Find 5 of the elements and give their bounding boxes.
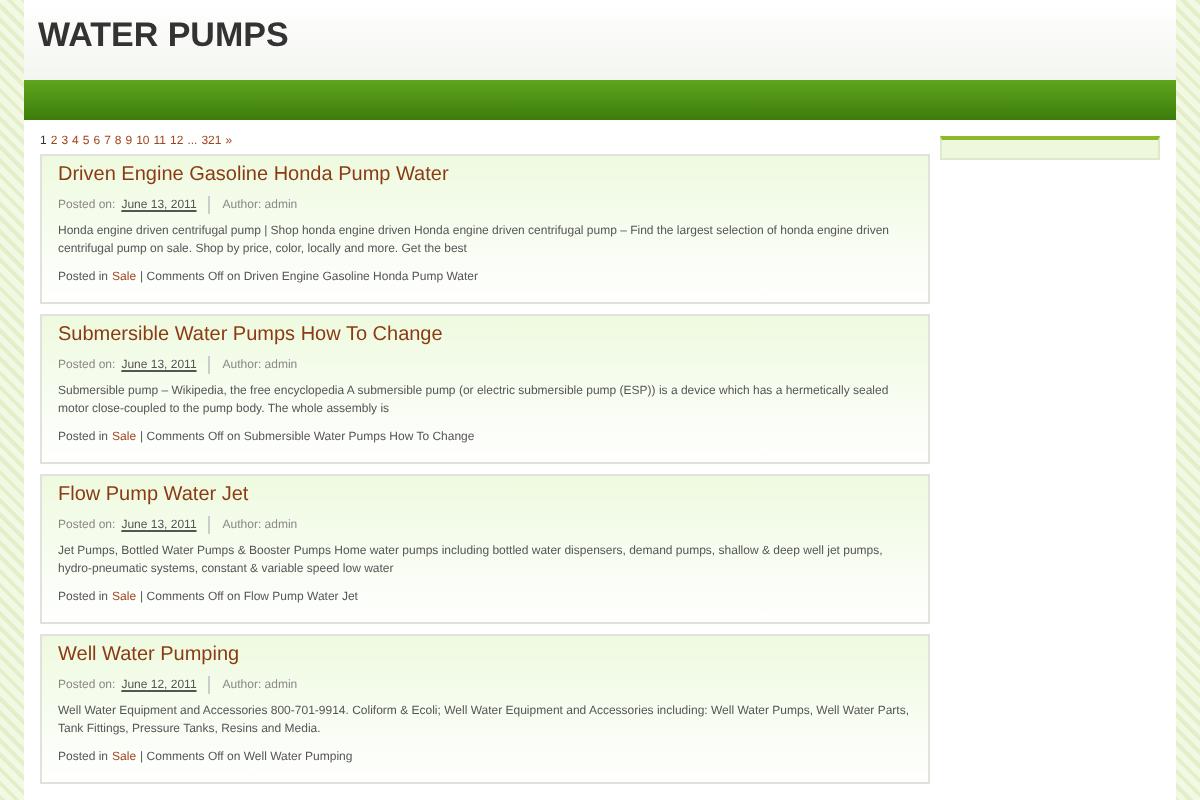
post-title[interactable]: Flow Pump Water Jet xyxy=(58,482,249,508)
post-title[interactable]: Driven Engine Gasoline Honda Pump Water xyxy=(58,162,449,188)
post-title[interactable]: Submersible Water Pumps How To Change xyxy=(58,322,443,348)
site-title[interactable]: WATER PUMPS xyxy=(38,16,289,56)
post-title[interactable]: Well Water Pumping xyxy=(58,642,240,668)
